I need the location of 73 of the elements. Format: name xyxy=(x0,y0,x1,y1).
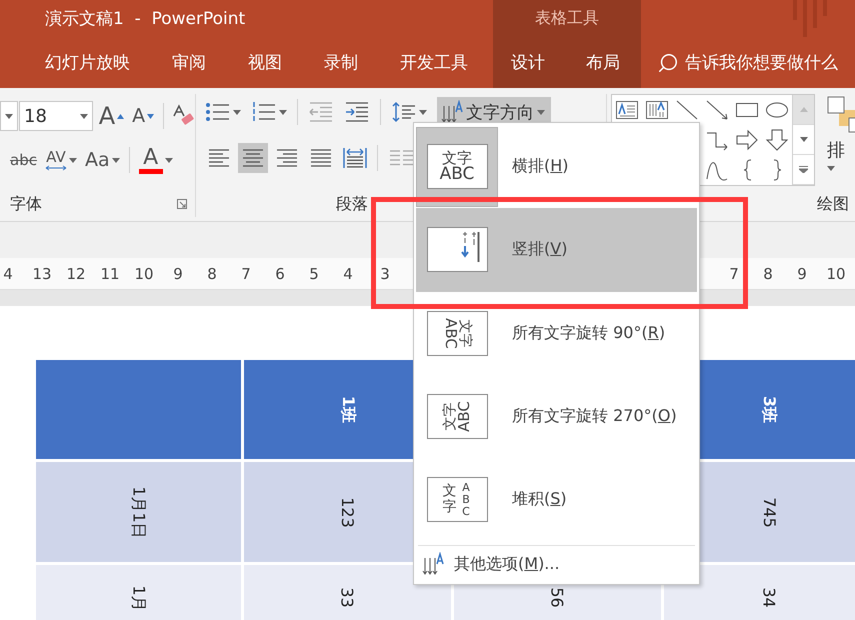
context-tab-title: 表格工具 xyxy=(535,8,599,29)
ribbon-tab[interactable]: 录制 xyxy=(324,47,358,78)
menu-item[interactable]: 文字 ABC 横排(H) xyxy=(416,125,697,208)
font-color-button[interactable]: A xyxy=(136,145,175,175)
caret-icon xyxy=(164,158,173,162)
ribbon-tab[interactable]: 审阅 xyxy=(172,47,206,78)
rotated-text-icon: 文字 ABC xyxy=(426,310,488,356)
font-name-dropdown[interactable] xyxy=(0,101,18,131)
caret-icon xyxy=(233,110,241,114)
caret-icon xyxy=(419,110,427,114)
font-size-field[interactable]: 18 xyxy=(19,101,93,131)
indent-icon xyxy=(344,101,370,123)
caret-icon xyxy=(112,158,120,162)
up-triangle-icon xyxy=(117,114,124,118)
left-brace-icon xyxy=(742,159,752,181)
grow-font-button[interactable]: A xyxy=(96,101,126,131)
ribbon-tab[interactable]: 设计 xyxy=(511,47,545,78)
vertical-text-box-icon xyxy=(645,99,669,121)
color-bar-icon xyxy=(138,168,163,174)
caret-icon xyxy=(279,110,287,114)
arrow-line-icon xyxy=(705,99,729,121)
dialog-launcher-icon[interactable] xyxy=(177,199,187,209)
align-button[interactable] xyxy=(238,143,268,173)
right-brace-icon xyxy=(772,159,782,181)
caret-icon xyxy=(68,158,77,162)
down-triangle-icon xyxy=(147,114,154,118)
outdent-icon xyxy=(308,101,334,123)
right-align-icon xyxy=(275,147,299,169)
table-cell: 34 xyxy=(664,565,855,620)
ribbon-tab[interactable]: 视图 xyxy=(248,47,282,78)
caret-icon xyxy=(80,114,88,118)
search-icon xyxy=(657,52,679,74)
caret-icon xyxy=(537,110,545,114)
curve-icon xyxy=(705,159,729,181)
left-align-icon xyxy=(207,147,231,169)
rotated-text-icon: 文字 ABC xyxy=(426,394,488,439)
group-label: 段落 xyxy=(336,194,368,214)
table-cell: 1月 xyxy=(36,565,241,620)
down-arrow-icon xyxy=(765,129,789,151)
right-arrow-icon xyxy=(735,129,759,151)
caret-icon xyxy=(5,114,13,118)
shrink-font-button[interactable]: A xyxy=(130,101,156,131)
line-icon xyxy=(675,99,699,121)
horizontal-text-icon: 文字 ABC xyxy=(426,144,488,190)
table-cell: 1月1日 xyxy=(36,462,241,562)
group-label: 字体 xyxy=(10,194,42,214)
menu-item[interactable]: 竖排(V) xyxy=(416,208,697,292)
line-spacing-icon xyxy=(391,101,417,123)
arrange-button[interactable]: 排 xyxy=(827,94,855,171)
vertical-text-icon xyxy=(426,227,488,272)
center-align-icon xyxy=(241,147,265,169)
change-case-button[interactable]: Aa xyxy=(82,145,122,175)
ribbon-tab[interactable]: 布局 xyxy=(586,47,620,78)
caret-icon xyxy=(800,137,808,142)
ribbon-tab[interactable]: 幻灯片放映 xyxy=(45,47,130,78)
text-box-icon xyxy=(615,99,639,121)
double-arrow-icon xyxy=(44,164,67,170)
caret-icon xyxy=(827,166,835,171)
table-cell: 33 xyxy=(244,565,451,620)
up-triangle-icon xyxy=(800,107,808,112)
distributed-align-icon xyxy=(343,147,367,169)
ribbon-tab[interactable]: 开发工具 xyxy=(400,47,468,78)
justify-align-icon xyxy=(309,147,333,169)
strikethrough-button[interactable]: abc xyxy=(8,145,39,175)
text-direction-icon xyxy=(441,100,463,124)
window-title: 演示文稿1 - PowerPoint xyxy=(45,8,246,30)
group-label: 绘图 xyxy=(817,194,849,214)
tell-me-field[interactable]: 告诉我你想要做什么 xyxy=(657,51,838,74)
character-spacing-button[interactable]: AV xyxy=(42,145,79,175)
bullet-list-icon xyxy=(205,101,231,123)
numbered-list-icon xyxy=(251,101,277,123)
text-direction-icon xyxy=(422,552,444,576)
more-icon xyxy=(799,166,808,173)
